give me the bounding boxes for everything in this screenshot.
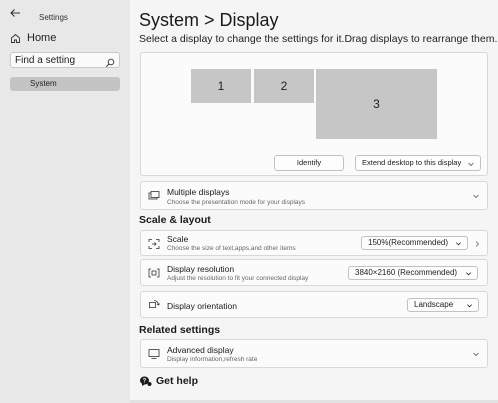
nav-system[interactable]: System (10, 77, 120, 91)
display-resolution-card[interactable]: Display resolution Adjust the resolution… (140, 259, 488, 286)
chevron-down-icon (473, 194, 479, 199)
chevron-right-icon[interactable] (473, 240, 481, 248)
orientation-icon (149, 300, 160, 308)
related-settings-heading: Related settings (139, 324, 221, 336)
display-arrangement-panel: 1 2 3 Identify Extend desktop to this di… (140, 52, 488, 176)
scale-subtitle: Choose the size of text,apps,and other i… (167, 245, 296, 252)
home-icon (10, 33, 21, 44)
app-title: Settings (39, 13, 68, 22)
chevron-down-icon (468, 162, 474, 167)
svg-text:?: ? (143, 379, 147, 385)
display-orientation-title: Display orientation (167, 301, 237, 311)
help-chat-icon: ? (140, 376, 152, 386)
resolution-dropdown[interactable]: 3840×2160 (Recommended) (348, 266, 478, 280)
search-input[interactable] (15, 53, 101, 67)
chevron-down-icon (473, 352, 479, 357)
multiple-displays-title: Multiple displays (167, 187, 230, 197)
back-arrow-icon[interactable] (9, 7, 23, 21)
display-resolution-title: Display resolution (167, 264, 235, 274)
monitor-1[interactable]: 1 (191, 69, 251, 103)
multiple-displays-icon (148, 191, 160, 200)
search-box (10, 52, 120, 68)
scale-title: Scale (167, 234, 189, 244)
get-help-label: Get help (156, 375, 199, 387)
search-icon[interactable] (105, 55, 115, 68)
nav-home-label: Home (27, 32, 57, 44)
chevron-down-icon (466, 272, 471, 276)
multiple-displays-subtitle: Choose the presentation mode for your di… (167, 199, 306, 206)
monitor-icon (148, 349, 160, 359)
page-subtitle: Select a display to change the settings … (139, 33, 498, 45)
advanced-display-card[interactable]: Advanced display Display information,ref… (140, 339, 488, 368)
monitor-2[interactable]: 2 (254, 69, 314, 103)
scale-layout-heading: Scale & layout (139, 214, 211, 226)
display-mode-dropdown[interactable]: Extend desktop to this display (355, 155, 481, 171)
orientation-value: Landscape (414, 300, 454, 309)
get-help-link[interactable]: ? Get help (139, 375, 198, 387)
advanced-display-title: Advanced display (167, 345, 234, 355)
monitor-3[interactable]: 3 (316, 69, 437, 139)
sidebar: Settings Home System (0, 0, 130, 403)
advanced-display-subtitle: Display information,refresh rate (167, 356, 258, 363)
main-content: System > Display Select a display to cha… (130, 0, 498, 403)
display-orientation-card[interactable]: Display orientation Landscape (140, 291, 488, 318)
scale-dropdown[interactable]: 150%(Recommended) (361, 236, 468, 250)
resolution-icon (148, 268, 160, 278)
scale-card[interactable]: Scale Choose the size of text,apps,and o… (140, 230, 488, 256)
nav-home[interactable]: Home (10, 30, 56, 46)
multiple-displays-card[interactable]: Multiple displays Choose the presentatio… (140, 181, 488, 210)
identify-button[interactable]: Identify (274, 155, 344, 171)
scale-icon (148, 239, 160, 249)
display-mode-value: Extend desktop to this display (362, 158, 462, 167)
page-title: System > Display (139, 10, 279, 30)
chevron-down-icon (467, 304, 472, 308)
chevron-down-icon (456, 242, 461, 246)
scale-value: 150%(Recommended) (368, 238, 449, 247)
orientation-dropdown[interactable]: Landscape (407, 298, 479, 312)
resolution-value: 3840×2160 (Recommended) (355, 268, 458, 277)
display-resolution-subtitle: Adjust the resolution to fit your connec… (167, 275, 309, 282)
